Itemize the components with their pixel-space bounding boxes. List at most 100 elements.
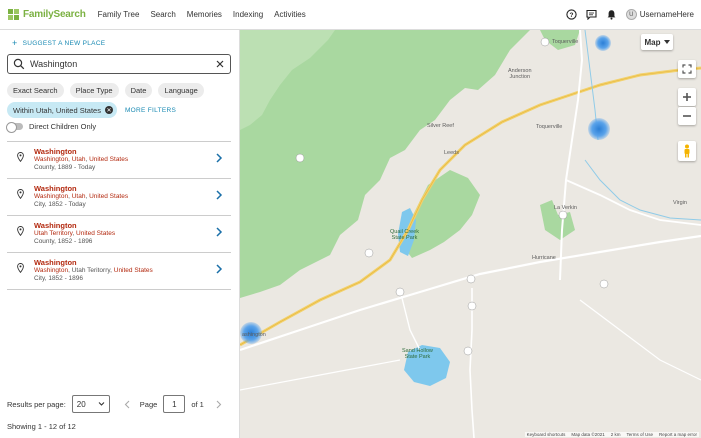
nav-family-tree[interactable]: Family Tree (98, 10, 140, 19)
nav-memories[interactable]: Memories (187, 10, 222, 19)
results-per-page-value: 20 (76, 399, 86, 409)
street-view-button[interactable] (678, 141, 696, 161)
filter-place-type[interactable]: Place Type (69, 83, 119, 98)
active-filter-label: Within Utah, United States (13, 105, 101, 115)
top-navigation: FamilySearch Family Tree Search Memories… (0, 0, 701, 30)
avatar[interactable]: U (625, 9, 637, 20)
result-cluster-marker[interactable] (588, 118, 610, 140)
list-item[interactable]: Washington Washington, Utah, United Stat… (7, 179, 231, 216)
page-label: Page (139, 399, 158, 409)
nav-activities[interactable]: Activities (274, 10, 306, 19)
map-label-washington: ashington (242, 332, 266, 338)
chevron-right-icon[interactable] (215, 190, 223, 200)
search-input[interactable] (30, 59, 215, 69)
map-scale[interactable]: 2 km (611, 432, 621, 437)
map-label-la-verkin: La Verkin (554, 205, 577, 211)
map-label-anderson-junction: Anderson Junction (508, 68, 532, 80)
plus-icon (683, 93, 691, 101)
terms-link[interactable]: Terms of Use (626, 432, 653, 437)
tree-logo-icon (8, 8, 19, 20)
list-item[interactable]: Washington Washington, Utah, United Stat… (7, 142, 231, 179)
help-icon[interactable]: ? (566, 9, 578, 21)
direct-children-toggle-row: Direct Children Only (6, 122, 97, 133)
map-type-value: Map (644, 37, 661, 47)
filter-language[interactable]: Language (158, 83, 204, 98)
result-name: Washington (34, 221, 77, 230)
map-pin-icon (17, 226, 24, 236)
chevron-right-icon[interactable] (215, 227, 223, 237)
result-name: Washington (34, 258, 77, 267)
map-label-toquerville-top: Toquerville (552, 39, 579, 45)
map-label-leeds: Leeds (444, 150, 459, 156)
toggle-label: Direct Children Only (29, 122, 97, 131)
filter-exact-search[interactable]: Exact Search (7, 83, 64, 98)
filter-date[interactable]: Date (124, 83, 153, 98)
map-label-hurricane: Hurricane (532, 255, 556, 261)
minus-icon (683, 115, 691, 117)
fullscreen-button[interactable] (678, 60, 696, 78)
keyboard-shortcuts-link[interactable]: Keyboard shortcuts (527, 432, 566, 437)
messages-icon[interactable] (586, 9, 598, 21)
result-path: Washington, Utah Teritorry, United State… (34, 267, 153, 274)
zoom-out-button[interactable] (678, 107, 696, 125)
map-view[interactable]: Toquerville Anderson Junction Silver Ree… (240, 30, 701, 438)
map-data-credit: Map data ©2021 (571, 432, 605, 437)
pagination: Results per page: 20 Page 1 of 1 (7, 395, 237, 413)
result-path: Utah Territory, United States (34, 230, 116, 237)
active-filter-chip[interactable]: Within Utah, United States ✕ (7, 102, 117, 118)
result-type: County, 1852 - 1896 (34, 238, 93, 245)
map-label-silver-reef: Silver Reef (427, 123, 454, 129)
suggest-place-link[interactable]: + SUGGEST A NEW PLACE (12, 38, 105, 48)
clear-search-icon[interactable] (215, 59, 225, 69)
results-list: Washington Washington, Utah, United Stat… (7, 141, 231, 290)
map-attribution: Keyboard shortcuts Map data ©2021 2 km T… (524, 432, 699, 437)
results-per-page-select[interactable]: 20 (71, 395, 110, 413)
chevron-down-icon (98, 402, 105, 406)
previous-page-icon[interactable] (124, 400, 130, 409)
username[interactable]: UsernameHere (640, 10, 694, 19)
svg-text:?: ? (570, 12, 574, 19)
map-pin-icon (17, 189, 24, 199)
result-cluster-marker[interactable] (595, 35, 611, 51)
bell-icon[interactable] (606, 9, 618, 21)
result-type: City, 1852 - 1896 (34, 275, 84, 282)
familysearch-logo[interactable]: FamilySearch (7, 8, 86, 22)
next-page-icon[interactable] (216, 400, 222, 409)
nav-right: ? U UsernameHere (558, 9, 694, 21)
chevron-right-icon[interactable] (215, 264, 223, 274)
page-number-input[interactable]: 1 (163, 395, 186, 413)
map-label-virgin: Virgin (673, 200, 687, 206)
map-pin-icon (17, 152, 24, 162)
list-item[interactable]: Washington Utah Territory, United States… (7, 216, 231, 253)
active-filter-row: Within Utah, United States ✕ MORE FILTER… (7, 102, 176, 118)
search-panel: + SUGGEST A NEW PLACE Exact Search Place… (0, 30, 240, 438)
nav-search[interactable]: Search (150, 10, 175, 19)
map-label-sand-hollow: Sand Hollow State Park (402, 348, 433, 360)
map-label-quail-creek: Quail Creek State Park (390, 229, 420, 241)
report-error-link[interactable]: Report a map error (659, 432, 697, 437)
result-name: Washington (34, 184, 77, 193)
result-path: Washington, Utah, United States (34, 156, 129, 163)
more-filters-link[interactable]: MORE FILTERS (125, 107, 176, 114)
map-type-select[interactable]: Map (641, 34, 673, 50)
map-label-toquerville: Toquerville (536, 124, 563, 130)
logo-text: FamilySearch (23, 9, 86, 20)
result-path: Washington, Utah, United States (34, 193, 129, 200)
caret-down-icon (663, 40, 670, 44)
remove-filter-icon[interactable]: ✕ (104, 106, 113, 114)
zoom-in-button[interactable] (678, 88, 696, 106)
main-nav: Family Tree Search Memories Indexing Act… (98, 10, 317, 19)
direct-children-toggle[interactable] (6, 122, 23, 133)
result-type: City, 1852 - Today (34, 201, 86, 208)
place-search-box[interactable] (7, 54, 231, 74)
list-item[interactable]: Washington Washington, Utah Teritorry, U… (7, 253, 231, 290)
chevron-right-icon[interactable] (215, 153, 223, 163)
plus-icon: + (12, 38, 18, 48)
nav-indexing[interactable]: Indexing (233, 10, 263, 19)
results-count: Showing 1 - 12 of 12 (7, 422, 76, 431)
search-icon (13, 58, 25, 70)
fullscreen-icon (682, 64, 692, 74)
filter-chips: Exact Search Place Type Date Language (7, 83, 210, 98)
page-total: of 1 (191, 399, 204, 409)
map-canvas[interactable] (240, 30, 701, 438)
